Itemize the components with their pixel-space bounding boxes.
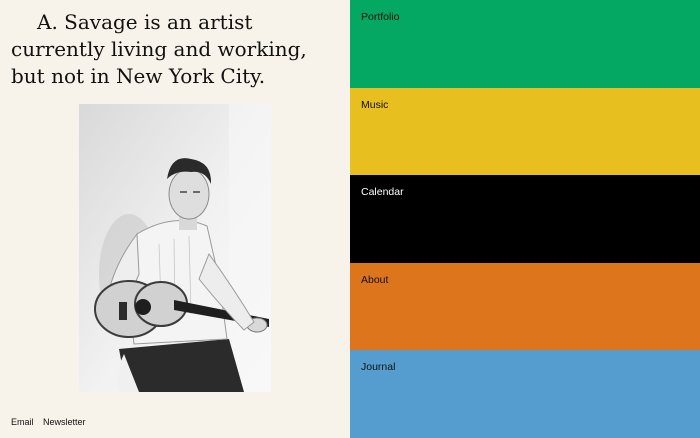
main-nav: Portfolio Music Calendar About Journal	[350, 0, 700, 438]
artist-playing-guitar-image	[79, 104, 271, 392]
email-link[interactable]: Email	[11, 417, 34, 427]
nav-item-music[interactable]: Music	[350, 87, 700, 176]
nav-item-journal[interactable]: Journal	[350, 350, 700, 438]
nav-item-portfolio[interactable]: Portfolio	[350, 0, 700, 88]
nav-item-calendar[interactable]: Calendar	[350, 175, 700, 263]
intro-heading: A. Savage is an artist currently living …	[11, 10, 307, 88]
newsletter-link[interactable]: Newsletter	[43, 417, 86, 427]
footer-links: Email Newsletter	[11, 417, 93, 427]
nav-item-about[interactable]: About	[350, 262, 700, 351]
artist-portrait-photo	[79, 104, 271, 392]
left-pane: A. Savage is an artist currently living …	[0, 0, 350, 438]
